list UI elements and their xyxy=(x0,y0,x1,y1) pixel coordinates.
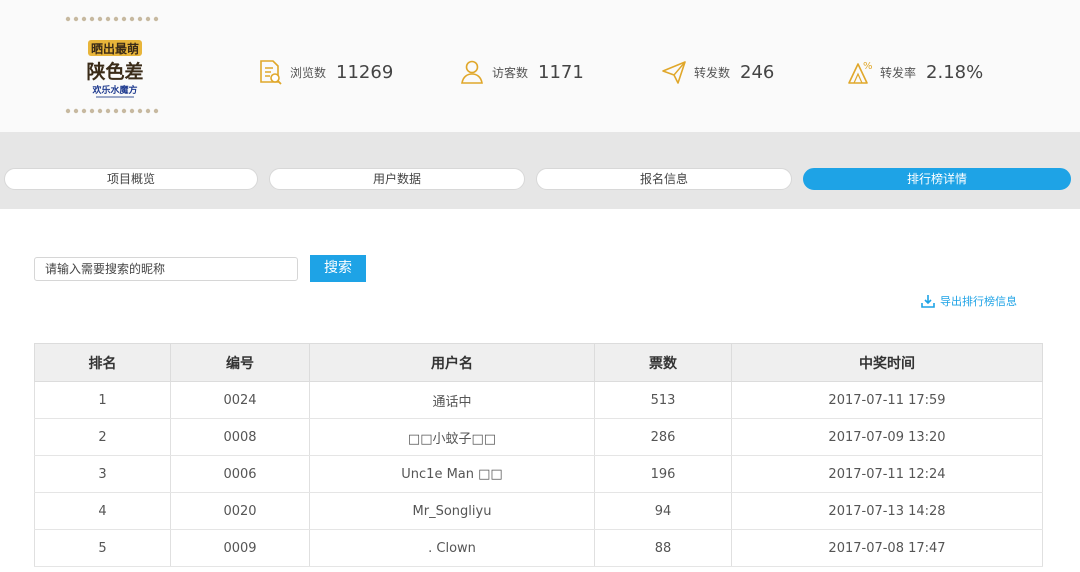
svg-text:晒出最萌: 晒出最萌 xyxy=(91,41,139,56)
table-row[interactable]: 3 0006 Unc1e Man □□ 196 2017-07-11 12:24 xyxy=(34,455,1043,493)
cell-win-time: 2017-07-13 14:28 xyxy=(731,492,1043,530)
cell-rank: 5 xyxy=(34,529,171,567)
percent-rate-icon: % xyxy=(848,61,873,84)
cell-username: Unc1e Man □□ xyxy=(309,455,595,493)
user-icon xyxy=(461,60,483,84)
stat-share-rate-value: 2.18% xyxy=(926,61,984,83)
cell-rank: 2 xyxy=(34,418,171,456)
cell-id: 0009 xyxy=(170,529,310,567)
export-leaderboard-link[interactable]: 导出排行榜信息 xyxy=(920,293,1017,309)
tab-leaderboard-details[interactable]: 排行榜详情 xyxy=(803,168,1071,190)
table-row[interactable]: 1 0024 通话中 513 2017-07-11 17:59 xyxy=(34,381,1043,419)
stat-shares-label: 转发数 xyxy=(694,65,731,80)
cell-id: 0008 xyxy=(170,418,310,456)
svg-text:%: % xyxy=(863,61,873,72)
stat-views-value: 11269 xyxy=(336,61,394,83)
stat-share-rate-label: 转发率 xyxy=(880,65,917,80)
search-input[interactable] xyxy=(34,257,298,281)
logo: 晒出最萌 陕色差 欢乐水魔方 xyxy=(65,16,159,114)
cell-rank: 3 xyxy=(34,455,171,493)
stat-shares-value: 246 xyxy=(740,61,775,83)
cell-id: 0006 xyxy=(170,455,310,493)
cell-username: Mr_Songliyu xyxy=(309,492,595,530)
cell-win-time: 2017-07-11 12:24 xyxy=(731,455,1043,493)
table-header-row: 排名 编号 用户名 票数 中奖时间 xyxy=(34,343,1043,382)
cell-votes: 196 xyxy=(594,455,732,493)
tab-bar: 项目概览 用户数据 报名信息 排行榜详情 xyxy=(0,132,1080,209)
cell-username: . Clown xyxy=(309,529,595,567)
cell-votes: 94 xyxy=(594,492,732,530)
stat-shares: 转发数 246 xyxy=(660,52,774,92)
stat-share-rate: % 转发率 2.18% xyxy=(846,52,983,92)
search-button[interactable]: 搜索 xyxy=(310,255,366,282)
document-eye-icon xyxy=(260,60,282,85)
paper-plane-icon xyxy=(662,61,686,84)
stat-views-label: 浏览数 xyxy=(290,65,327,80)
svg-text:陕色差: 陕色差 xyxy=(86,60,143,83)
table-row[interactable]: 5 0009 . Clown 88 2017-07-08 17:47 xyxy=(34,529,1043,567)
download-icon xyxy=(921,295,935,308)
stat-visitors-label: 访客数 xyxy=(492,65,529,80)
cell-win-time: 2017-07-08 17:47 xyxy=(731,529,1043,567)
cell-votes: 88 xyxy=(594,529,732,567)
column-header-rank[interactable]: 排名 xyxy=(34,343,171,382)
column-header-votes[interactable]: 票数 xyxy=(594,343,732,382)
cell-id: 0024 xyxy=(170,381,310,419)
cell-username: □□小蚊子□□ xyxy=(309,418,595,456)
column-header-username[interactable]: 用户名 xyxy=(309,343,595,382)
cell-rank: 1 xyxy=(34,381,171,419)
cell-id: 0020 xyxy=(170,492,310,530)
tab-project-overview[interactable]: 项目概览 xyxy=(4,168,258,190)
column-header-id[interactable]: 编号 xyxy=(170,343,310,382)
export-label: 导出排行榜信息 xyxy=(940,295,1017,308)
cell-username: 通话中 xyxy=(309,381,595,419)
cell-win-time: 2017-07-11 17:59 xyxy=(731,381,1043,419)
stat-visitors: 访客数 1171 xyxy=(458,52,584,92)
tab-registration-info[interactable]: 报名信息 xyxy=(536,168,792,190)
stat-visitors-value: 1171 xyxy=(538,61,584,83)
leaderboard-table: 排名 编号 用户名 票数 中奖时间 1 0024 通话中 513 2017-07… xyxy=(34,343,1043,567)
header: 晒出最萌 陕色差 欢乐水魔方 浏览数 11269 访客数 1171 转发数 24… xyxy=(0,0,1080,132)
table-row[interactable]: 4 0020 Mr_Songliyu 94 2017-07-13 14:28 xyxy=(34,492,1043,530)
stat-views: 浏览数 11269 xyxy=(256,52,393,92)
cell-rank: 4 xyxy=(34,492,171,530)
cell-votes: 286 xyxy=(594,418,732,456)
column-header-win-time[interactable]: 中奖时间 xyxy=(731,343,1043,382)
tab-user-data[interactable]: 用户数据 xyxy=(269,168,525,190)
cell-votes: 513 xyxy=(594,381,732,419)
leaderboard-panel: 搜索 导出排行榜信息 排名 编号 用户名 票数 中奖时间 1 0024 通话中 xyxy=(0,209,1080,572)
cell-win-time: 2017-07-09 13:20 xyxy=(731,418,1043,456)
table-row[interactable]: 2 0008 □□小蚊子□□ 286 2017-07-09 13:20 xyxy=(34,418,1043,456)
svg-text:欢乐水魔方: 欢乐水魔方 xyxy=(91,84,137,96)
